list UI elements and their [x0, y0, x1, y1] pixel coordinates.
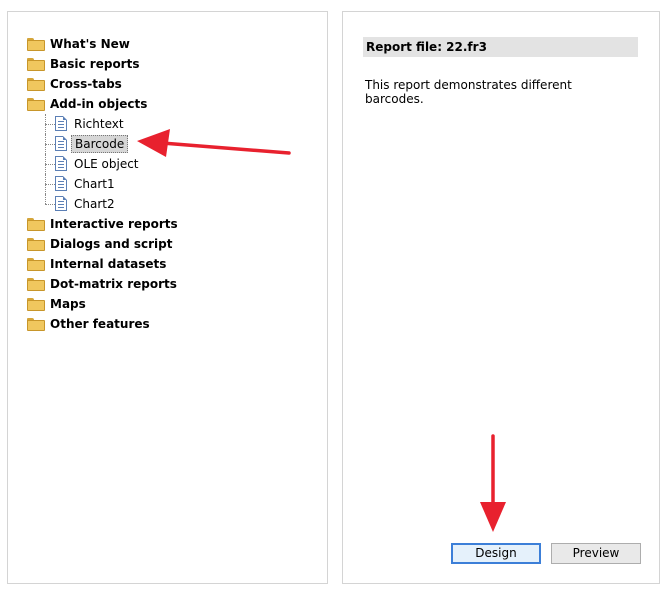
tree-folder-add-in-objects[interactable]: Add-in objects	[27, 94, 181, 114]
folder-icon	[27, 238, 45, 251]
tree-item-label: Chart1	[74, 177, 115, 191]
tree-connector	[41, 194, 55, 214]
folder-icon	[27, 258, 45, 271]
tree-folder-other-features[interactable]: Other features	[27, 314, 181, 334]
document-icon	[55, 156, 67, 171]
folder-icon	[27, 98, 45, 111]
tree-folder-dot-matrix-reports[interactable]: Dot-matrix reports	[27, 274, 181, 294]
tree-folder-label: Cross-tabs	[50, 77, 122, 91]
report-tree: What's New Basic reports Cross-tabs Add-…	[27, 34, 181, 334]
report-file-header: Report file: 22.fr3	[363, 37, 638, 57]
tree-folder-label: What's New	[50, 37, 130, 51]
tree-folder-label: Add-in objects	[50, 97, 148, 111]
tree-folder-basic-reports[interactable]: Basic reports	[27, 54, 181, 74]
tree-item-richtext[interactable]: Richtext	[27, 114, 181, 134]
report-file-label: Report file: 22.fr3	[366, 40, 487, 54]
report-tree-panel: What's New Basic reports Cross-tabs Add-…	[7, 11, 328, 584]
tree-connector	[41, 114, 55, 134]
tree-item-barcode[interactable]: Barcode	[27, 134, 181, 154]
tree-folder-label: Basic reports	[50, 57, 140, 71]
tree-folder-label: Other features	[50, 317, 150, 331]
tree-item-label: Chart2	[74, 197, 115, 211]
tree-folder-cross-tabs[interactable]: Cross-tabs	[27, 74, 181, 94]
folder-icon	[27, 298, 45, 311]
preview-button[interactable]: Preview	[551, 543, 641, 564]
tree-folder-label: Internal datasets	[50, 257, 167, 271]
tree-folder-label: Dialogs and script	[50, 237, 173, 251]
folder-icon	[27, 278, 45, 291]
document-icon	[55, 196, 67, 211]
folder-icon	[27, 318, 45, 331]
tree-folder-dialogs-and-script[interactable]: Dialogs and script	[27, 234, 181, 254]
tree-folder-label: Dot-matrix reports	[50, 277, 177, 291]
tree-connector	[41, 154, 55, 174]
document-icon	[55, 116, 67, 131]
tree-folder-label: Interactive reports	[50, 217, 178, 231]
design-button[interactable]: Design	[451, 543, 541, 564]
tree-folder-whats-new[interactable]: What's New	[27, 34, 181, 54]
folder-icon	[27, 38, 45, 51]
tree-folder-label: Maps	[50, 297, 86, 311]
document-icon	[55, 136, 67, 151]
tree-item-chart1[interactable]: Chart1	[27, 174, 181, 194]
folder-icon	[27, 218, 45, 231]
report-details-panel: Report file: 22.fr3 This report demonstr…	[342, 11, 660, 584]
report-description: This report demonstrates different barco…	[365, 78, 572, 106]
tree-connector	[41, 134, 55, 154]
tree-item-chart2[interactable]: Chart2	[27, 194, 181, 214]
document-icon	[55, 176, 67, 191]
tree-item-label: Barcode	[71, 135, 129, 153]
folder-icon	[27, 58, 45, 71]
tree-folder-interactive-reports[interactable]: Interactive reports	[27, 214, 181, 234]
tree-folder-maps[interactable]: Maps	[27, 294, 181, 314]
folder-icon	[27, 78, 45, 91]
tree-item-ole-object[interactable]: OLE object	[27, 154, 181, 174]
tree-item-label: Richtext	[74, 117, 124, 131]
tree-folder-internal-datasets[interactable]: Internal datasets	[27, 254, 181, 274]
tree-connector	[41, 174, 55, 194]
tree-item-label: OLE object	[74, 157, 139, 171]
